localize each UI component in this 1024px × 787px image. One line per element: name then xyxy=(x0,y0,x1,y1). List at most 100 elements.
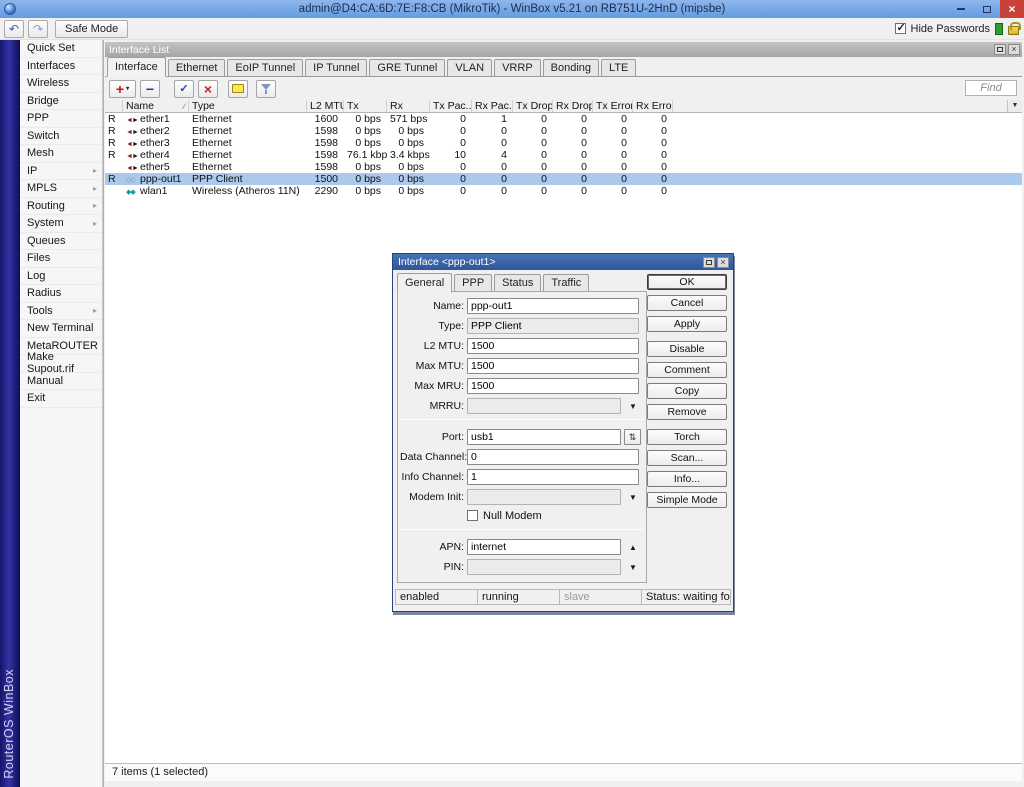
dialog-restore-button[interactable] xyxy=(703,257,715,268)
apply-button[interactable]: Apply xyxy=(647,316,727,332)
field-input-data-channel[interactable] xyxy=(467,449,639,465)
field-input-name[interactable] xyxy=(467,298,639,314)
tab-ip-tunnel[interactable]: IP Tunnel xyxy=(305,59,367,76)
remove-button[interactable]: Remove xyxy=(647,404,727,420)
column-header-rx-drops[interactable]: Rx Drops xyxy=(553,100,593,112)
sidebar-item-tools[interactable]: Tools▸ xyxy=(20,303,102,321)
close-button[interactable]: × xyxy=(1000,0,1024,18)
hide-passwords-checkbox[interactable] xyxy=(895,23,906,34)
sidebar-item-interfaces[interactable]: Interfaces xyxy=(20,58,102,76)
simple-mode-button[interactable]: Simple Mode xyxy=(647,492,727,508)
down-arrow-icon[interactable]: ▼ xyxy=(629,493,637,502)
disable-button[interactable]: Disable xyxy=(647,341,727,357)
column-header-type[interactable]: Type xyxy=(189,100,307,112)
dialog-tab-status[interactable]: Status xyxy=(494,274,541,291)
null-modem-checkbox[interactable] xyxy=(467,510,478,521)
tab-interface[interactable]: Interface xyxy=(107,57,166,77)
sidebar-item-exit[interactable]: Exit xyxy=(20,390,102,408)
field-input-pin[interactable] xyxy=(467,559,621,575)
tab-vrrp[interactable]: VRRP xyxy=(494,59,541,76)
comment-button[interactable]: Comment xyxy=(647,362,727,378)
sidebar-item-switch[interactable]: Switch xyxy=(20,128,102,146)
cell: Ethernet xyxy=(189,125,307,137)
remove-button[interactable]: − xyxy=(140,80,160,98)
find-button[interactable]: Find xyxy=(965,80,1017,96)
port-updown-button[interactable]: ⇅ xyxy=(624,429,641,445)
field-input-type[interactable] xyxy=(467,318,639,334)
disable-button[interactable]: × xyxy=(198,80,218,98)
comment-button[interactable] xyxy=(228,80,248,98)
sidebar-item-radius[interactable]: Radius xyxy=(20,285,102,303)
column-header-tx-drops[interactable]: Tx Drops xyxy=(513,100,553,112)
tab-eoip-tunnel[interactable]: EoIP Tunnel xyxy=(227,59,303,76)
field-input-l2-mtu[interactable] xyxy=(467,338,639,354)
field-input-apn[interactable] xyxy=(467,539,621,555)
sidebar-item-queues[interactable]: Queues xyxy=(20,233,102,251)
tab-ethernet[interactable]: Ethernet xyxy=(168,59,226,76)
column-header-tx-errors[interactable]: Tx Errors xyxy=(593,100,633,112)
field-input-port[interactable] xyxy=(467,429,621,445)
column-header-tx-pac[interactable]: Tx Pac... xyxy=(430,100,472,112)
redo-button[interactable]: ↷ xyxy=(28,20,48,38)
field-input-max-mtu[interactable] xyxy=(467,358,639,374)
field-input-info-channel[interactable] xyxy=(467,469,639,485)
info-button[interactable]: Info... xyxy=(647,471,727,487)
column-header-flag[interactable] xyxy=(105,100,123,112)
down-arrow-icon[interactable]: ▼ xyxy=(629,402,637,411)
sidebar-item-ppp[interactable]: PPP xyxy=(20,110,102,128)
add-button[interactable]: +▾ xyxy=(109,80,136,98)
cancel-button[interactable]: Cancel xyxy=(647,295,727,311)
dialog-tab-ppp[interactable]: PPP xyxy=(454,274,492,291)
sidebar-item-ip[interactable]: IP▸ xyxy=(20,163,102,181)
up-arrow-icon[interactable]: ▲ xyxy=(629,543,637,552)
sidebar-item-files[interactable]: Files xyxy=(20,250,102,268)
sidebar-item-wireless[interactable]: Wireless xyxy=(20,75,102,93)
column-header-l2-mtu[interactable]: L2 MTU xyxy=(307,100,344,112)
down-arrow-icon[interactable]: ▼ xyxy=(629,563,637,572)
undo-button[interactable]: ↶ xyxy=(4,20,24,38)
column-header-tx[interactable]: Tx xyxy=(344,100,387,112)
interface-row-wlan1[interactable]: ◆◆wlan1Wireless (Atheros 11N)22900 bps0 … xyxy=(105,185,1022,197)
dialog-tab-general[interactable]: General xyxy=(397,273,452,293)
dialog-tab-traffic[interactable]: Traffic xyxy=(543,274,589,291)
sidebar-item-mpls[interactable]: MPLS▸ xyxy=(20,180,102,198)
dialog-close-button[interactable]: × xyxy=(717,257,729,268)
ok-button[interactable]: OK xyxy=(647,274,727,290)
tab-vlan[interactable]: VLAN xyxy=(447,59,492,76)
sidebar-item-system[interactable]: System▸ xyxy=(20,215,102,233)
sidebar-item-make-supout-rif[interactable]: Make Supout.rif xyxy=(20,355,102,373)
field-input-modem-init[interactable] xyxy=(467,489,621,505)
interface-row-ppp-out1[interactable]: R◇◇ppp-out1PPP Client15000 bps0 bps00000… xyxy=(105,173,1022,185)
column-header-rx-errors[interactable]: Rx Errors xyxy=(633,100,673,112)
interface-row-ether5[interactable]: ◄►ether5Ethernet15980 bps0 bps000000 xyxy=(105,161,1022,173)
column-header-rx-pac[interactable]: Rx Pac... xyxy=(472,100,513,112)
safe-mode-button[interactable]: Safe Mode xyxy=(55,20,128,38)
sidebar-item-bridge[interactable]: Bridge xyxy=(20,93,102,111)
tab-bonding[interactable]: Bonding xyxy=(543,59,599,76)
interface-row-ether2[interactable]: R◄►ether2Ethernet15980 bps0 bps000000 xyxy=(105,125,1022,137)
filter-button[interactable] xyxy=(256,80,276,98)
tab-lte[interactable]: LTE xyxy=(601,59,636,76)
sidebar-item-log[interactable]: Log xyxy=(20,268,102,286)
sidebar-item-mesh[interactable]: Mesh xyxy=(20,145,102,163)
sidebar-item-routing[interactable]: Routing▸ xyxy=(20,198,102,216)
enable-button[interactable]: ✓ xyxy=(174,80,194,98)
interface-row-ether1[interactable]: R◄►ether1Ethernet16000 bps571 bps010000 xyxy=(105,113,1022,125)
interface-row-ether4[interactable]: R◄►ether4Ethernet159876.1 kbps3.4 kbps10… xyxy=(105,149,1022,161)
panel-close-button[interactable]: × xyxy=(1008,44,1020,55)
sidebar-item-quick-set[interactable]: Quick Set xyxy=(20,40,102,58)
field-input-max-mru[interactable] xyxy=(467,378,639,394)
torch-button[interactable]: Torch xyxy=(647,429,727,445)
copy-button[interactable]: Copy xyxy=(647,383,727,399)
column-header-name[interactable]: Name∕ xyxy=(123,100,189,112)
interface-row-ether3[interactable]: R◄►ether3Ethernet15980 bps0 bps000000 xyxy=(105,137,1022,149)
scan-button[interactable]: Scan... xyxy=(647,450,727,466)
column-header-rx[interactable]: Rx xyxy=(387,100,430,112)
field-input-mrru[interactable] xyxy=(467,398,621,414)
panel-restore-button[interactable] xyxy=(994,44,1006,55)
column-chooser-dropdown[interactable]: ▼ xyxy=(1007,100,1022,112)
tab-gre-tunnel[interactable]: GRE Tunnel xyxy=(369,59,445,76)
sidebar-item-new-terminal[interactable]: New Terminal xyxy=(20,320,102,338)
restore-button[interactable] xyxy=(974,0,1000,18)
minimize-button[interactable] xyxy=(948,0,974,18)
